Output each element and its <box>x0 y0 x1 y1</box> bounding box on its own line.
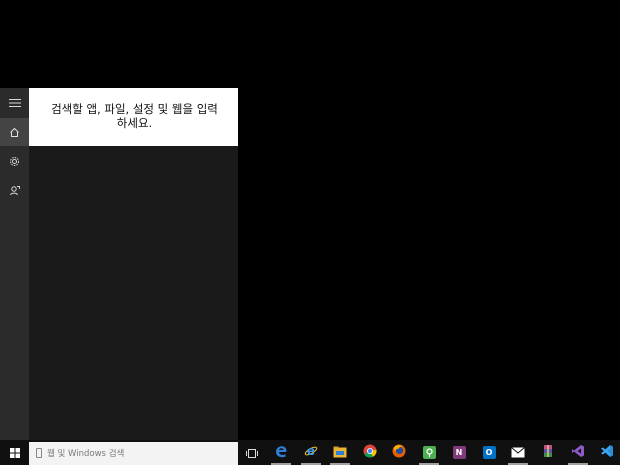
start-content: 검색할 앱, 파일, 설정 및 웹을 입력하세요. <box>29 88 238 440</box>
taskbar-app-onenote[interactable]: N <box>446 440 472 465</box>
svg-text:e: e <box>307 444 315 458</box>
taskbar-search-box[interactable] <box>29 442 238 465</box>
taskbar-app-internet-explorer[interactable]: e <box>298 440 324 465</box>
windows-logo-icon <box>9 443 20 462</box>
search-input[interactable] <box>47 444 232 463</box>
winrar-icon <box>541 443 555 462</box>
hamburger-menu-icon <box>8 93 21 112</box>
outlook-icon: O <box>482 446 496 459</box>
home-button[interactable] <box>0 118 29 146</box>
settings-gear-icon <box>9 152 20 171</box>
search-mic-icon <box>36 448 42 458</box>
taskbar: e N O <box>0 440 620 465</box>
feedback-icon <box>9 181 20 200</box>
home-icon <box>9 123 20 142</box>
edge-icon <box>274 443 288 462</box>
taskbar-app-chrome[interactable] <box>357 440 383 465</box>
taskbar-app-firefox[interactable] <box>386 440 412 465</box>
start-panel: 검색할 앱, 파일, 설정 및 웹을 입력하세요. <box>0 88 238 440</box>
search-prompt-card: 검색할 앱, 파일, 설정 및 웹을 입력하세요. <box>29 88 238 146</box>
visual-studio-code-icon <box>600 443 614 462</box>
taskbar-app-outlook[interactable]: O <box>476 440 502 465</box>
task-view-icon <box>246 443 258 462</box>
mail-icon <box>511 443 525 462</box>
visual-studio-icon <box>571 443 585 462</box>
taskbar-app-visual-studio[interactable] <box>565 440 591 465</box>
taskbar-app-sourcetree[interactable] <box>416 440 442 465</box>
settings-button[interactable] <box>0 147 29 175</box>
search-prompt-text: 검색할 앱, 파일, 설정 및 웹을 입력하세요. <box>51 102 218 130</box>
feedback-button[interactable] <box>0 176 29 204</box>
sourcetree-icon <box>422 446 436 459</box>
start-rail <box>0 88 29 440</box>
internet-explorer-icon: e <box>304 443 318 462</box>
task-view-button[interactable] <box>239 440 265 465</box>
taskbar-app-file-explorer[interactable] <box>327 440 353 465</box>
firefox-icon <box>392 443 406 462</box>
hamburger-menu-button[interactable] <box>0 88 29 116</box>
taskbar-app-mail[interactable] <box>505 440 531 465</box>
taskbar-app-visual-studio-code[interactable] <box>594 440 620 465</box>
start-button[interactable] <box>0 440 29 465</box>
onenote-icon: N <box>452 446 466 459</box>
taskbar-app-edge[interactable] <box>268 440 294 465</box>
file-explorer-icon <box>333 443 347 462</box>
chrome-icon <box>363 443 377 462</box>
taskbar-app-winrar[interactable] <box>535 440 561 465</box>
